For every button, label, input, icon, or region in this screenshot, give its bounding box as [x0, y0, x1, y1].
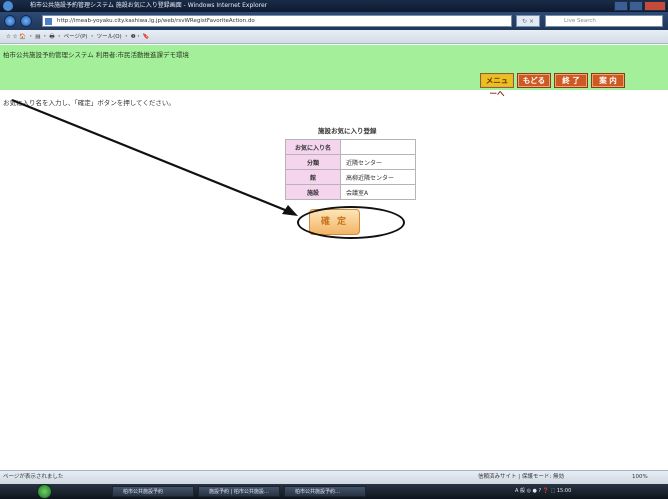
window-title: 柏市公共施設予約管理システム 施設お気に入り登録画面 - Windows Int…	[30, 2, 268, 9]
favorite-name-input[interactable]	[340, 139, 416, 155]
zoom-level[interactable]: 100%	[632, 471, 648, 484]
favorite-name-label: お気に入り名	[285, 139, 341, 155]
form-row: お気に入り名	[285, 139, 416, 155]
page-nav: メニューへ もどる 終 了 案 内	[480, 73, 625, 98]
close-button[interactable]	[644, 1, 666, 11]
command-bar-items[interactable]: ☆ ☆ 🏠 ・ ▤ ・ 🖶 ・ ページ(P) ・ ツール(O) ・ ❷・ 🔖	[6, 34, 150, 40]
highlight-circle	[297, 206, 405, 239]
window-title-bar: 柏市公共施設予約管理システム 施設お気に入り登録画面 - Windows Int…	[0, 0, 668, 12]
security-zone: 信頼済みサイト | 保護モード: 無効	[478, 474, 564, 480]
arrow-head	[282, 205, 298, 216]
page-favicon-icon	[45, 18, 52, 25]
favorite-form: お気に入り名 分類 近隣センター 館 高柳近隣センター 施設 会議室A	[285, 139, 416, 200]
instruction-text: お気に入り名を入力し、「確定」ボタンを押してください。	[3, 99, 175, 107]
address-url: http://imeab-yoyaku.city.kashiwa.lg.jp/w…	[57, 18, 255, 24]
minimize-button[interactable]	[614, 1, 628, 11]
address-input[interactable]: http://imeab-yoyaku.city.kashiwa.lg.jp/w…	[42, 15, 512, 27]
menu-button[interactable]: メニューへ	[480, 73, 514, 98]
window-controls	[614, 1, 666, 11]
category-value: 近隣センター	[340, 154, 416, 170]
status-text: ページが表示されました	[3, 474, 64, 480]
command-bar: ☆ ☆ 🏠 ・ ▤ ・ 🖶 ・ ページ(P) ・ ツール(O) ・ ❷・ 🔖	[0, 30, 668, 44]
maximize-button[interactable]	[629, 1, 643, 11]
category-label: 分類	[285, 154, 341, 170]
search-placeholder: Live Search	[564, 18, 596, 24]
status-bar: ページが表示されました 信頼済みサイト | 保護モード: 無効 100%	[0, 470, 668, 484]
taskbar: 柏市公共施設予約 施設予約 | 柏市公共施設… 柏市公共施設予約… A 般 ◎ …	[0, 484, 668, 499]
building-label: 館	[285, 169, 341, 185]
forward-button[interactable]	[20, 15, 32, 27]
taskbar-item[interactable]: 柏市公共施設予約…	[284, 486, 366, 497]
guide-button[interactable]: 案 内	[591, 73, 625, 88]
refresh-button[interactable]: ↻ ×	[516, 15, 540, 27]
internet-explorer-icon	[3, 1, 13, 11]
facility-value: 会議室A	[340, 184, 416, 200]
facility-label: 施設	[285, 184, 341, 200]
search-input[interactable]: Live Search	[545, 15, 663, 27]
back-page-button[interactable]: もどる	[517, 73, 551, 88]
form-row: 分類 近隣センター	[285, 154, 416, 170]
form-row: 館 高柳近隣センター	[285, 169, 416, 185]
address-bar-row: http://imeab-yoyaku.city.kashiwa.lg.jp/w…	[0, 12, 668, 30]
page-title: 柏市公共施設予約管理システム 利用者:市民活動推進課デモ環境	[3, 51, 190, 59]
taskbar-item[interactable]: 柏市公共施設予約	[112, 486, 194, 497]
form-row: 施設 会議室A	[285, 184, 416, 200]
taskbar-item[interactable]: 施設予約 | 柏市公共施設…	[198, 486, 280, 497]
system-tray: A 般 ◎ ● ? ❓ ⬚ 15:00	[515, 488, 572, 494]
building-value: 高柳近隣センター	[340, 169, 416, 185]
logout-button[interactable]: 終 了	[554, 73, 588, 88]
back-button[interactable]	[4, 15, 16, 27]
start-button[interactable]	[37, 484, 52, 499]
arrow-line	[11, 98, 291, 214]
page-header: 柏市公共施設予約管理システム 利用者:市民活動推進課デモ環境 メニューへ もどる…	[0, 45, 668, 98]
form-title: 施設お気に入り登録	[318, 127, 377, 135]
